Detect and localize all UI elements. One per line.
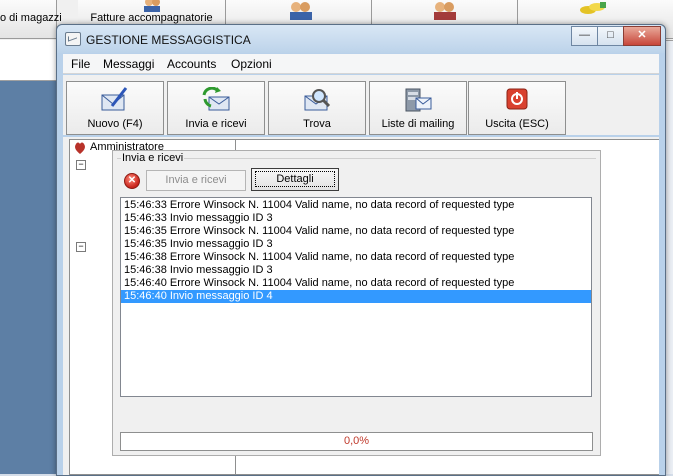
exit-label: Uscita (ESC) <box>485 118 549 130</box>
people-icon <box>432 0 458 20</box>
background-warehouse-label: o di magazzi <box>0 12 62 24</box>
power-exit-icon <box>502 87 532 113</box>
close-button[interactable]: ✕ <box>623 26 661 46</box>
tree-expander[interactable]: − <box>76 242 86 252</box>
new-message-button[interactable]: Nuovo (F4) <box>66 81 164 135</box>
send-receive-button[interactable]: Invia e ricevi <box>146 170 246 191</box>
progress-bar: 0,0% <box>120 432 593 451</box>
menu-messaggi[interactable]: Messaggi <box>103 57 154 71</box>
title-bar[interactable]: GESTIONE MESSAGGISTICA — □ ✕ <box>57 25 665 53</box>
menu-opzioni[interactable]: Opzioni <box>231 57 272 71</box>
send-receive-icon <box>201 86 231 113</box>
log-entry[interactable]: 15:46:33 Invio messaggio ID 3 <box>121 212 591 225</box>
background-warehouse-button[interactable]: o di magazzi <box>0 0 62 39</box>
minimize-button[interactable]: — <box>571 26 598 46</box>
people-icon <box>142 0 162 12</box>
new-message-label: Nuovo (F4) <box>87 118 143 130</box>
background-strip <box>0 40 56 81</box>
menu-file[interactable]: File <box>71 57 90 71</box>
log-entry[interactable]: 15:46:35 Invio messaggio ID 3 <box>121 238 591 251</box>
window-title: GESTIONE MESSAGGISTICA <box>86 33 251 47</box>
log-entry[interactable]: 15:46:33 Errore Winsock N. 11004 Valid n… <box>121 199 591 212</box>
progress-text: 0,0% <box>343 435 370 447</box>
user-icon <box>74 141 86 155</box>
background-invoices-label: Fatture accompagnatorie <box>90 12 213 24</box>
find-label: Trova <box>303 118 331 130</box>
menu-bar: File Messaggi Accounts Opzioni <box>63 54 659 74</box>
log-list[interactable]: 15:46:33 Errore Winsock N. 11004 Valid n… <box>120 197 592 397</box>
envelope-icon <box>65 32 81 46</box>
send-receive-dialog: Invia e ricevi ✕ Invia e ricevi Dettagli… <box>112 150 601 456</box>
compose-mail-icon <box>100 87 130 113</box>
dialog-frame <box>117 158 596 159</box>
dialog-title: Invia e ricevi <box>121 152 185 164</box>
find-icon <box>302 87 332 113</box>
exit-button[interactable]: Uscita (ESC) <box>468 81 566 135</box>
log-entry[interactable]: 15:46:38 Invio messaggio ID 3 <box>121 264 591 277</box>
background-side-panel <box>0 81 56 474</box>
send-receive-toolbar-label: Invia e ricevi <box>185 118 247 130</box>
main-toolbar: Nuovo (F4) Invia e ricevi Trova Liste di… <box>63 75 659 135</box>
details-button-label: Dettagli <box>255 171 335 187</box>
mailing-lists-button[interactable]: Liste di mailing <box>369 81 467 135</box>
details-button[interactable]: Dettagli <box>251 168 339 191</box>
log-entry[interactable]: 15:46:40 Errore Winsock N. 11004 Valid n… <box>121 277 591 290</box>
coins-icon <box>578 0 608 16</box>
people-icon <box>288 0 314 20</box>
tree-expander[interactable]: − <box>76 160 86 170</box>
log-entry[interactable]: 15:46:38 Errore Winsock N. 11004 Valid n… <box>121 251 591 264</box>
menu-accounts[interactable]: Accounts <box>167 57 216 71</box>
log-entry[interactable]: 15:46:40 Invio messaggio ID 4 <box>121 290 591 303</box>
stop-icon[interactable]: ✕ <box>124 173 140 189</box>
find-button[interactable]: Trova <box>268 81 366 135</box>
mailing-list-icon <box>403 87 433 113</box>
mailing-lists-label: Liste di mailing <box>381 118 455 130</box>
log-entry[interactable]: 15:46:35 Errore Winsock N. 11004 Valid n… <box>121 225 591 238</box>
send-receive-toolbar-button[interactable]: Invia e ricevi <box>167 81 265 135</box>
maximize-button[interactable]: □ <box>597 26 624 46</box>
